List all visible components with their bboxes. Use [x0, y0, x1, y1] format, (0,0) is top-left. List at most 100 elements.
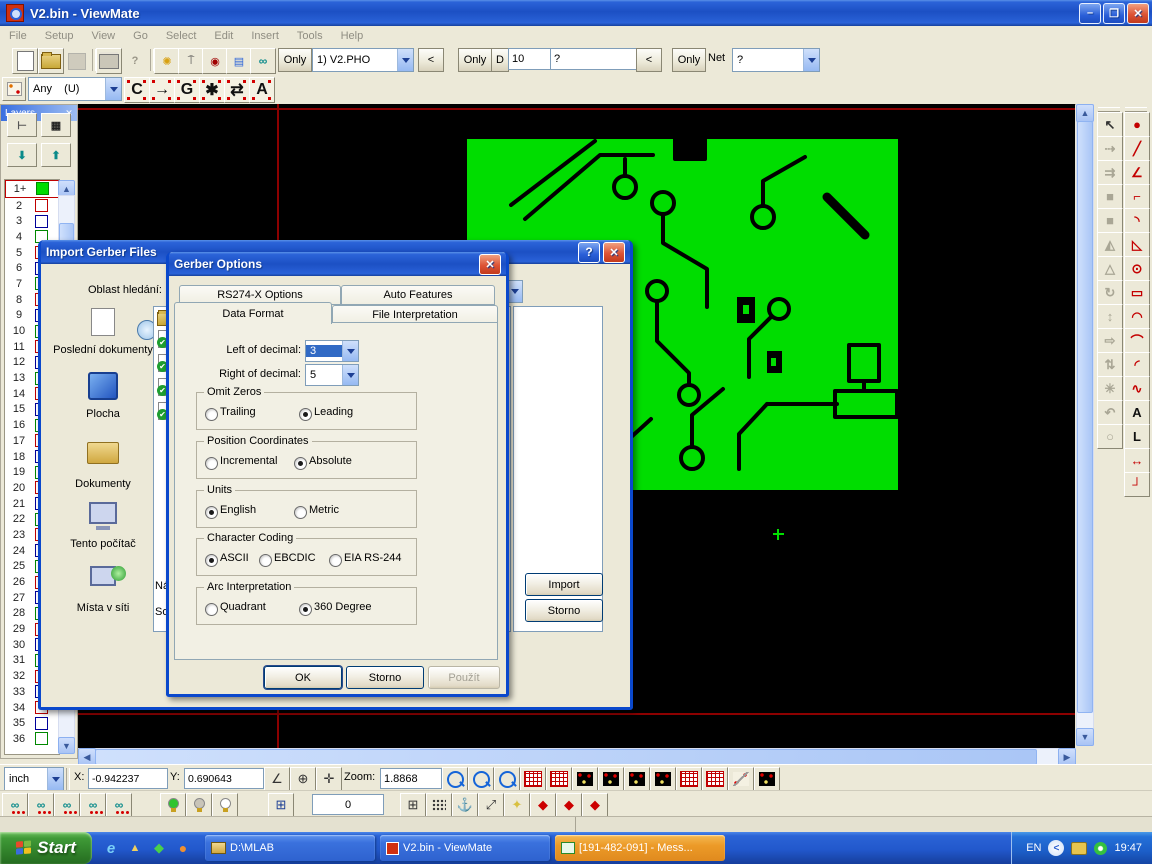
view-selected-icon[interactable]: ∞ — [80, 793, 106, 817]
pad-red-2-icon[interactable]: ◆ — [556, 793, 582, 817]
prev-layer-button[interactable]: < — [418, 48, 444, 72]
snap-origin-icon[interactable]: ✛ — [316, 767, 342, 791]
scroll-down-button[interactable]: ▼ — [1076, 728, 1094, 746]
inspect-button[interactable]: ∞ — [250, 48, 276, 74]
horizontal-scroll-thumb[interactable] — [95, 749, 1037, 765]
dcode-query-input[interactable]: ? — [550, 48, 640, 70]
layer-color-swatch[interactable] — [36, 182, 49, 195]
start-button[interactable]: Start — [0, 832, 92, 864]
right-decimal-combo[interactable]: 5 — [305, 364, 359, 386]
tile-windows-icon[interactable]: ⊞ — [400, 793, 426, 817]
save-file-button[interactable] — [64, 48, 90, 74]
place-documents[interactable]: Dokumenty — [53, 436, 153, 490]
dictionary-icon[interactable]: ◆ — [150, 839, 168, 857]
radio-eia-rs-244[interactable] — [329, 554, 342, 567]
dcode-c-tool[interactable]: C — [124, 77, 150, 103]
traverse-tool[interactable]: → — [149, 77, 175, 103]
draw-circle-icon[interactable]: ⊙ — [1124, 256, 1150, 281]
tile-grid-button[interactable]: ⊞ — [268, 793, 294, 817]
selection-scope-combo[interactable]: Any (U) — [28, 77, 122, 101]
net-combo[interactable]: ? — [732, 48, 820, 72]
dcode-film-icon[interactable] — [520, 767, 546, 791]
gcode-tool[interactable]: G — [174, 77, 200, 103]
film-black-3-icon[interactable] — [624, 767, 650, 791]
film-grid-icon[interactable] — [754, 767, 780, 791]
draw-polyline-icon[interactable]: ∠ — [1124, 160, 1150, 185]
film-view-button[interactable]: ◉ — [202, 48, 228, 74]
layer-row-1+[interactable]: 1+ — [5, 180, 59, 198]
film-black-1-icon[interactable] — [572, 767, 598, 791]
place-desktop[interactable]: Plocha — [53, 372, 153, 420]
film-black-2-icon[interactable] — [598, 767, 624, 791]
tab-data-format[interactable]: Data Format — [174, 302, 332, 324]
folder-up-icon[interactable]: ▲ — [126, 839, 144, 857]
draw-corner-icon[interactable]: ⌐ — [1124, 184, 1150, 209]
dot-grid-icon[interactable] — [426, 793, 452, 817]
new-file-button[interactable] — [12, 48, 38, 74]
layer-row-35[interactable]: 35 — [5, 715, 59, 731]
view-traces-icon[interactable]: ∞ — [28, 793, 54, 817]
ok-button[interactable]: OK — [264, 666, 342, 689]
draw-outline-icon[interactable]: ┘ — [1124, 472, 1150, 497]
draw-angle-arc-icon[interactable]: ◝ — [1124, 208, 1150, 233]
radio-ebcdic[interactable] — [259, 554, 272, 567]
pad-red-3-icon[interactable]: ◆ — [582, 793, 608, 817]
layer-row-36[interactable]: 36 — [5, 731, 59, 747]
task--191-482-091-mess-[interactable]: [191-482-091] - Mess... — [555, 835, 725, 861]
menu-go[interactable]: Go — [124, 28, 157, 44]
menu-help[interactable]: Help — [332, 28, 373, 44]
dock-layer-button[interactable]: ⊢ — [7, 113, 37, 137]
layer-up-button[interactable]: ⬆ — [41, 143, 71, 167]
scroll-up-button[interactable]: ▲ — [1076, 104, 1094, 122]
layer-colors-button[interactable]: ▤ — [226, 48, 252, 74]
firefox-icon[interactable]: ● — [174, 839, 192, 857]
radio-english[interactable] — [205, 506, 218, 519]
tray-keyboard-icon[interactable] — [1071, 842, 1087, 855]
layers-scroll-down-button[interactable]: ▼ — [58, 737, 75, 754]
radio-incremental[interactable] — [205, 457, 218, 470]
zoom-in-icon[interactable] — [442, 767, 468, 791]
close-button[interactable]: ✕ — [1127, 3, 1149, 24]
cancel-button[interactable]: Storno — [346, 666, 424, 689]
import-close-button[interactable]: ✕ — [603, 242, 625, 263]
pad-red-1-icon[interactable]: ◆ — [530, 793, 556, 817]
gerber-options-titlebar[interactable]: Gerber Options ✕ — [169, 252, 506, 276]
draw-label-icon[interactable]: L — [1124, 424, 1150, 449]
menu-insert[interactable]: Insert — [242, 28, 288, 44]
import-cancel-button[interactable]: Storno — [525, 599, 603, 622]
tab-auto-features[interactable]: Auto Features — [341, 285, 495, 305]
highlight-off-icon[interactable] — [186, 793, 212, 817]
draw-arc-icon[interactable]: ⌒ — [1124, 328, 1150, 353]
internet-explorer-icon[interactable]: e — [102, 839, 120, 857]
restore-button[interactable]: ❐ — [1103, 3, 1125, 24]
language-indicator[interactable]: EN — [1026, 842, 1041, 854]
swap-tool[interactable]: ⇄ — [224, 77, 250, 103]
radio-ascii[interactable] — [205, 554, 218, 567]
only-layer-button[interactable]: Only — [278, 48, 312, 72]
print-button[interactable] — [96, 48, 122, 74]
layer-row-3[interactable]: 3 — [5, 213, 59, 229]
title-bar[interactable]: V2.bin - ViewMate – ❐ ✕ — [0, 0, 1152, 26]
menu-tools[interactable]: Tools — [288, 28, 332, 44]
help-button[interactable]: ? — [578, 242, 600, 263]
redraw-button[interactable]: ✺ — [154, 48, 180, 74]
radio-360-degree[interactable] — [299, 603, 312, 616]
prev-dcode-button[interactable]: < — [636, 48, 662, 72]
place-recent-documents[interactable]: Poslední dokumenty — [53, 308, 153, 356]
radio-metric[interactable] — [294, 506, 307, 519]
layer-down-button[interactable]: ⬇ — [7, 143, 37, 167]
flash-pad-icon[interactable]: ✦ — [504, 793, 530, 817]
tray-icq-icon[interactable] — [1094, 842, 1107, 855]
vertical-scroll-thumb[interactable] — [1077, 121, 1093, 713]
draw-text-icon[interactable]: A — [1124, 400, 1150, 425]
angle-measure-icon[interactable]: ∠ — [264, 767, 290, 791]
task-d-mlab[interactable]: D:\MLAB — [205, 835, 375, 861]
only-dcode-button[interactable]: Only — [458, 48, 492, 72]
draw-rectangle-icon[interactable]: ▭ — [1124, 280, 1150, 305]
view-sketch-icon[interactable]: ∞ — [106, 793, 132, 817]
radio-quadrant[interactable] — [205, 603, 218, 616]
menu-select[interactable]: Select — [157, 28, 206, 44]
origin-icon[interactable]: ⊕ — [290, 767, 316, 791]
grid-film-icon[interactable] — [546, 767, 572, 791]
place-my-computer[interactable]: Tento počítač — [53, 502, 153, 550]
